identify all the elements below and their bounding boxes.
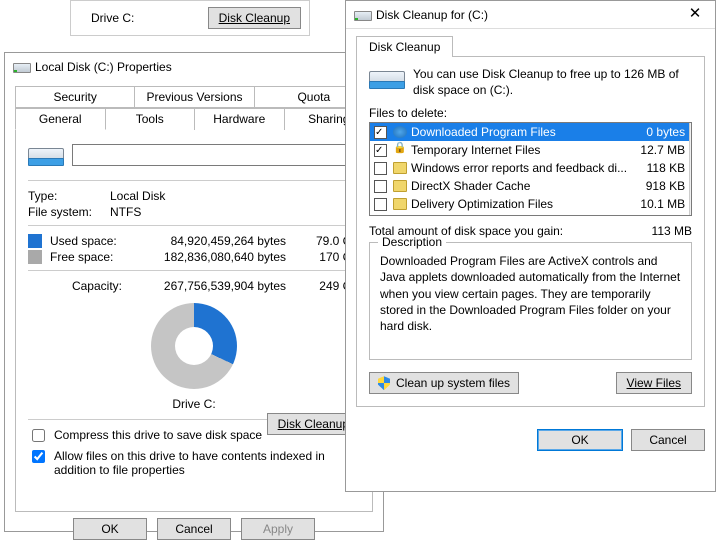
disk-cleanup-tabs: Disk Cleanup <box>356 35 705 57</box>
volume-label-input[interactable] <box>72 144 360 166</box>
disk-cleanup-window: Disk Cleanup for (C:) ✕ Disk Cleanup You… <box>345 0 716 492</box>
capacity-label: Capacity: <box>28 279 134 293</box>
background-cleanup-fragment: Drive C: Disk Cleanup <box>70 0 310 36</box>
capacity-bytes: 267,756,539,904 bytes <box>134 279 304 293</box>
type-value: Local Disk <box>110 189 165 203</box>
disk-cleanup-title: Disk Cleanup for (C:) <box>376 8 488 22</box>
file-name: Temporary Internet Files <box>411 143 627 157</box>
filesystem-value: NTFS <box>110 205 141 219</box>
fragment-disk-cleanup-button[interactable]: Disk Cleanup <box>208 7 301 29</box>
file-name: DirectX Shader Cache <box>411 179 627 193</box>
ok-button[interactable]: OK <box>73 518 147 540</box>
free-space-swatch <box>28 250 42 264</box>
total-gain-value: 113 MB <box>632 224 692 238</box>
file-checkbox[interactable] <box>374 126 387 139</box>
drive-icon-large <box>28 144 62 166</box>
file-row[interactable]: DirectX Shader Cache918 KB <box>370 177 689 195</box>
file-name: Windows error reports and feedback di... <box>411 161 627 175</box>
properties-window: Local Disk (C:) Properties × Security Pr… <box>4 52 384 532</box>
fragment-drive-label: Drive C: <box>91 11 134 25</box>
tab-hardware[interactable]: Hardware <box>194 108 285 130</box>
index-checkbox[interactable] <box>32 450 45 463</box>
properties-footer: OK Cancel Apply <box>15 518 373 540</box>
file-size: 918 KB <box>627 179 685 193</box>
files-to-delete-label: Files to delete: <box>369 106 692 120</box>
scrollbar[interactable] <box>689 123 691 215</box>
file-size: 118 KB <box>627 161 685 175</box>
tab-security[interactable]: Security <box>15 86 135 108</box>
filesystem-label: File system: <box>28 205 110 219</box>
free-space-bytes: 182,836,080,640 bytes <box>136 250 304 264</box>
clean-system-files-button[interactable]: Clean up system files <box>369 372 519 394</box>
files-list[interactable]: Downloaded Program Files0 bytesTemporary… <box>369 122 692 216</box>
file-type-icon <box>393 198 407 210</box>
view-files-button[interactable]: View Files <box>616 372 692 394</box>
shield-icon <box>378 376 390 390</box>
used-space-bytes: 84,920,459,264 bytes <box>136 234 304 248</box>
used-space-swatch <box>28 234 42 248</box>
free-space-label: Free space: <box>50 250 136 264</box>
file-row[interactable]: Windows error reports and feedback di...… <box>370 159 689 177</box>
file-checkbox[interactable] <box>374 198 387 211</box>
tab-panel-general: Type:Local Disk File system:NTFS Used sp… <box>15 130 373 512</box>
file-type-icon <box>393 162 407 174</box>
properties-titlebar[interactable]: Local Disk (C:) Properties × <box>5 53 383 81</box>
description-group: Description Downloaded Program Files are… <box>369 242 692 360</box>
properties-tabs-secondary: Security Previous Versions Quota <box>15 85 373 107</box>
file-row[interactable]: Delivery Optimization Files10.1 MB <box>370 195 689 213</box>
used-space-label: Used space: <box>50 234 136 248</box>
compress-label: Compress this drive to save disk space <box>54 428 262 442</box>
capacity-donut-chart <box>151 303 237 389</box>
ok-button[interactable]: OK <box>537 429 623 451</box>
cancel-button[interactable]: Cancel <box>631 429 705 451</box>
disk-cleanup-footer: OK Cancel <box>346 417 715 463</box>
file-size: 10.1 MB <box>627 197 685 211</box>
properties-tabs-primary: General Tools Hardware Sharing <box>15 107 373 130</box>
properties-title: Local Disk (C:) Properties <box>35 60 172 74</box>
file-size: 0 bytes <box>627 125 685 139</box>
file-checkbox[interactable] <box>374 180 387 193</box>
tab-general[interactable]: General <box>15 108 106 130</box>
tab-previous-versions[interactable]: Previous Versions <box>134 86 254 108</box>
file-name: Delivery Optimization Files <box>411 197 627 211</box>
tab-disk-cleanup[interactable]: Disk Cleanup <box>356 36 453 57</box>
apply-button: Apply <box>241 518 315 540</box>
drive-icon <box>13 61 29 73</box>
tab-tools[interactable]: Tools <box>105 108 196 130</box>
donut-drive-label: Drive C: <box>28 397 360 411</box>
file-type-icon <box>393 144 407 156</box>
cleanup-drive-icon-large <box>369 67 403 89</box>
file-row[interactable]: Temporary Internet Files12.7 MB <box>370 141 689 159</box>
compress-checkbox[interactable] <box>32 429 45 442</box>
file-checkbox[interactable] <box>374 162 387 175</box>
file-size: 12.7 MB <box>627 143 685 157</box>
index-label: Allow files on this drive to have conten… <box>54 449 360 477</box>
cleanup-blurb: You can use Disk Cleanup to free up to 1… <box>413 67 692 98</box>
cancel-button[interactable]: Cancel <box>157 518 231 540</box>
type-label: Type: <box>28 189 110 203</box>
description-text: Downloaded Program Files are ActiveX con… <box>380 253 681 334</box>
file-type-icon <box>393 180 407 192</box>
file-name: Downloaded Program Files <box>411 125 627 139</box>
disk-cleanup-panel: You can use Disk Cleanup to free up to 1… <box>356 57 705 407</box>
cleanup-drive-icon <box>354 9 370 21</box>
description-title: Description <box>378 235 446 249</box>
close-button[interactable]: ✕ <box>675 1 715 29</box>
file-type-icon <box>393 126 407 138</box>
clean-system-files-label: Clean up system files <box>396 373 510 393</box>
disk-cleanup-titlebar[interactable]: Disk Cleanup for (C:) ✕ <box>346 1 715 29</box>
file-row[interactable]: Downloaded Program Files0 bytes <box>370 123 689 141</box>
file-checkbox[interactable] <box>374 144 387 157</box>
